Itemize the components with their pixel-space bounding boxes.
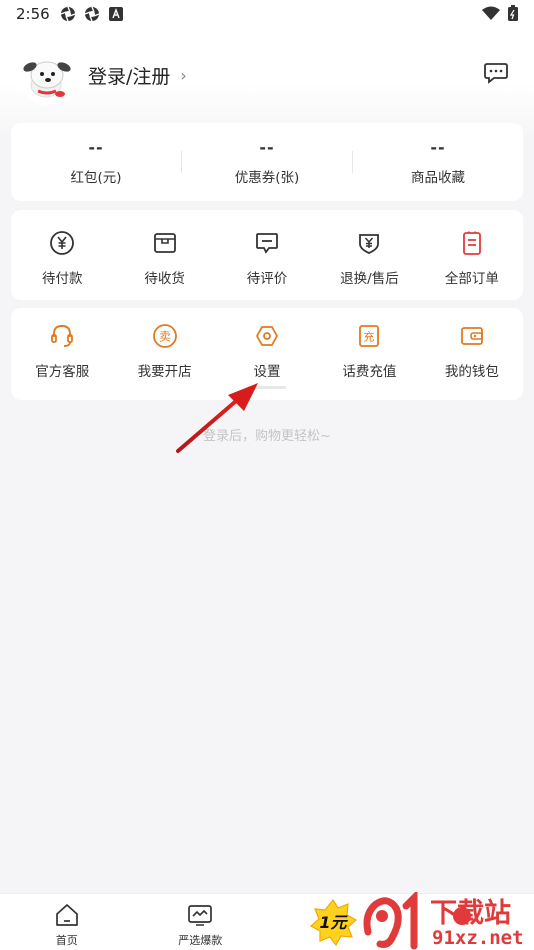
svg-text:充: 充 (364, 330, 375, 344)
nav-label: 首页 (55, 934, 78, 947)
wifi-icon (482, 6, 500, 24)
stat-label: 商品收藏 (411, 170, 465, 186)
service-label: 话费充值 (342, 364, 397, 380)
headset-icon (48, 322, 76, 350)
service-label: 设置 (253, 364, 281, 380)
watermark: 下载站 91xz.net (362, 889, 534, 950)
nav-hot-picks[interactable]: 严选爆款 (134, 894, 268, 950)
order-label: 待评价 (246, 271, 288, 287)
aperture-icon (60, 6, 76, 22)
stat-red-packet[interactable]: -- 红包(元) (11, 138, 181, 186)
order-list-icon (458, 229, 486, 257)
battery-icon (508, 5, 518, 25)
stat-coupons[interactable]: -- 优惠券(张) (182, 138, 352, 186)
hexagon-settings-icon (253, 322, 281, 350)
order-pending-receipt[interactable]: 待收货 (113, 210, 215, 287)
shop-sell-icon: 卖 (151, 322, 179, 350)
promo-badge[interactable]: 1元 (308, 898, 358, 947)
watermark-title: 下载站 (430, 898, 511, 929)
login-label: 登录/注册 (88, 66, 171, 88)
order-label: 待收货 (144, 271, 185, 287)
order-label: 全部订单 (444, 271, 499, 287)
order-label: 待付款 (41, 271, 83, 287)
recharge-icon: 充 (355, 322, 383, 350)
box-icon (151, 229, 179, 257)
login-hint: 登录后，购物更轻松~ (203, 429, 331, 444)
tv-icon (188, 905, 213, 926)
yen-circle-icon (48, 229, 76, 257)
order-pending-review[interactable]: 待评价 (216, 210, 318, 287)
status-time: 2:56 (16, 5, 50, 23)
stat-label: 优惠券(张) (234, 170, 300, 186)
refund-icon (355, 229, 383, 257)
promo-text: 1元 (319, 913, 348, 932)
message-icon[interactable] (484, 62, 508, 84)
nav-label: 严选爆款 (178, 934, 223, 947)
wallet-icon (458, 322, 486, 350)
profile-header: 登录/注册 › (0, 45, 534, 105)
service-settings[interactable]: 设置 (216, 308, 318, 380)
service-label: 我要开店 (137, 364, 192, 380)
watermark-url: 91xz.net (432, 927, 524, 949)
stats-card: -- 红包(元) -- 优惠券(张) -- 商品收藏 (11, 123, 523, 201)
stat-favorites[interactable]: -- 商品收藏 (353, 138, 523, 186)
orders-card: 待付款 待收货 待评价 退换/售后 全部订单 (11, 210, 523, 300)
order-all[interactable]: 全部订单 (421, 210, 523, 287)
stat-value: -- (259, 138, 275, 157)
chevron-right-icon: › (180, 66, 187, 85)
scroll-indicator (250, 386, 286, 389)
service-label: 官方客服 (35, 364, 90, 380)
service-label: 我的钱包 (444, 364, 499, 380)
stat-value: -- (88, 138, 104, 157)
order-pending-payment[interactable]: 待付款 (11, 210, 113, 287)
stat-label: 红包(元) (70, 170, 122, 186)
aperture-icon (84, 6, 100, 22)
avatar[interactable] (20, 51, 74, 105)
order-label: 退换/售后 (340, 271, 399, 287)
comment-icon (253, 229, 281, 257)
stat-value: -- (430, 138, 446, 157)
home-icon (55, 904, 78, 926)
nav-home[interactable]: 首页 (0, 894, 134, 950)
service-recharge[interactable]: 充 话费充值 (318, 308, 420, 380)
login-register-link[interactable]: 登录/注册 › (88, 62, 187, 89)
service-wallet[interactable]: 我的钱包 (421, 308, 523, 380)
service-customer-support[interactable]: 官方客服 (11, 308, 113, 380)
order-refund[interactable]: 退换/售后 (318, 210, 420, 287)
status-bar: 2:56 (0, 0, 534, 28)
app-a-icon (108, 6, 124, 22)
svg-text:卖: 卖 (159, 330, 171, 344)
service-open-shop[interactable]: 卖 我要开店 (113, 308, 215, 380)
